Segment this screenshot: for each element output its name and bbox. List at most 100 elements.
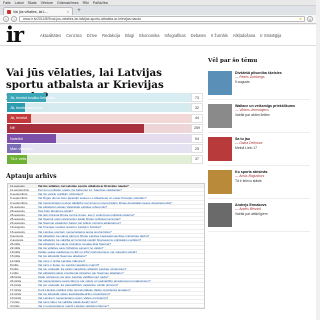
browser-tab[interactable]: Vai jūs vēlaties, lai L... × xyxy=(3,7,73,15)
poll-option[interactable]: Jā, ievelot 44 xyxy=(7,113,203,123)
archive-date: 11.septembris xyxy=(10,188,29,193)
article-thumbnail[interactable] xyxy=(208,137,232,161)
archive-question-link[interactable]: Vai Saeimai vajadzētu balsot par ārlietu… xyxy=(38,221,121,224)
archive-date: 29.augusts xyxy=(10,208,25,213)
archive-question-link[interactable]: Vai jums šķiet, ka valdība pārāk daudz t… xyxy=(38,300,98,303)
archive-date: 9.septembris xyxy=(10,192,28,197)
poll-option-label: Jā, ievelot xyxy=(10,116,28,121)
archive-question-link[interactable]: Vai atbalstāt, ka valsts pārņem Rīgas La… xyxy=(38,234,149,237)
archive-heading: Aptauju arhīvs xyxy=(6,173,57,180)
archive-question-link[interactable]: Vai atbalstāt, ka valsts nodokļus nosaka… xyxy=(38,242,111,245)
archive-question-link[interactable]: Vai atbalstāt Latvijas Valstiskās valoda… xyxy=(38,205,107,208)
archive-question-link[interactable]: Vai Latvijas sportam nepieciešama jauna … xyxy=(38,230,112,233)
archive-question-link[interactable]: Kurš Latvijas politiķis būtu piemērotāka… xyxy=(38,288,130,291)
nav-item-redakcija[interactable]: Redakcija xyxy=(102,33,120,38)
archive-question-link[interactable]: Vai jūs atbalstāt Saeimas atlaišanu? xyxy=(38,254,87,257)
poll-option[interactable]: Noteikti 94 xyxy=(7,134,203,144)
site-nav: Aktualitātes Cenzūra Dzīve Redakcija Blo… xyxy=(40,33,281,38)
poll-bar xyxy=(7,123,145,133)
sidebar-article[interactable]: Divkāršā pilsonība šķelsies — Reinis Grin… xyxy=(208,71,310,100)
poll-option[interactable]: Jā, ievelot tuvāko lielo lietu 73 xyxy=(7,93,203,102)
archive-question-link[interactable]: Par kuru politisko spēku jūs balsosiet 1… xyxy=(38,188,122,191)
archive-question-link[interactable]: Vai nepieciešams ieviest atklātību par l… xyxy=(38,201,172,204)
archive-question-link[interactable]: Vai Rīgas domei būtu jāpiešķir statuss L… xyxy=(38,196,147,199)
archive-question-link[interactable]: Vai Latvijai ir nepieciešams jauns Valst… xyxy=(38,296,108,299)
nav-item-cenzura[interactable]: Cenzūra xyxy=(66,33,81,38)
archive-question-link[interactable]: Vai jums ir ticība Latvijas nākotnei? xyxy=(38,259,85,262)
address-bar[interactable]: www.ir.lv/2011/8/9/vai-jus-velaties-lai-… xyxy=(19,16,305,22)
menu-edit[interactable]: Labot xyxy=(15,1,24,5)
poll-option-label: Nē xyxy=(10,126,15,131)
home-icon[interactable]: ⌂ xyxy=(307,16,313,22)
poll-option[interactable]: Man vienalga 25 xyxy=(7,144,203,154)
archive-question[interactable]: Vai jūs vēlaties, lai Latvijas sportu at… xyxy=(38,184,129,187)
archive-question-link[interactable]: Vai jums ir lietas, ko Latvijā vajadzētu… xyxy=(38,263,99,266)
nav-item-debates[interactable]: Debates xyxy=(191,33,206,38)
menu-file[interactable]: Fails xyxy=(3,1,11,5)
archive-question-link[interactable]: Vai tiek izprasta Rīgas centra izsole, k… xyxy=(38,213,134,216)
article-thumbnail[interactable] xyxy=(208,71,232,95)
new-tab-button[interactable]: + xyxy=(75,8,83,15)
poll-option[interactable]: Tā ir velts 37 xyxy=(7,154,203,164)
archive-question-link[interactable]: Vai nepieciešams jauns likums par valsts… xyxy=(38,279,151,282)
nav-item-blogi[interactable]: Blogi xyxy=(125,33,134,38)
bookmark-star-icon[interactable]: ★ xyxy=(299,17,302,21)
archive-question-link[interactable]: Vai jūs uzskatāt, ka pašvaldībām vajadzē… xyxy=(38,283,118,286)
menu-tools[interactable]: Rīki xyxy=(83,1,89,5)
article-thumbnail[interactable] xyxy=(208,203,232,227)
sidebar-article[interactable]: Ko sports atrisinās — Ansis Bogustovs Tā i… xyxy=(208,170,310,199)
archive-question-link[interactable]: Vai Saeimā spēju atvainoties kādai Rīgas… xyxy=(38,217,121,220)
navigation-toolbar: ‹ › www.ir.lv/2011/8/9/vai-jus-velaties-… xyxy=(0,15,316,24)
url-text: www.ir.lv/2011/8/9/vai-jus-velaties-lai-… xyxy=(23,17,142,21)
archive-question-link[interactable]: Kas būtu jāmaina Latvijā? xyxy=(38,209,73,212)
menu-help[interactable]: Palīdzība xyxy=(93,1,108,5)
archive-date: 21.jūnijs xyxy=(10,283,22,288)
nav-item-dzive[interactable]: Dzīve xyxy=(87,33,97,38)
poll-option[interactable]: Jā, ievelot tāla lieta 32 xyxy=(7,103,203,113)
poll-option-label: Jā, ievelot tuvāko lielo lietu xyxy=(10,95,56,100)
archive-question-link[interactable]: Kādas sekas gaidāmas no EK un ASV paziņo… xyxy=(38,250,137,253)
site-logo[interactable]: ir xyxy=(6,24,24,45)
archive-date: 26.augusts xyxy=(10,212,25,217)
close-tab-icon[interactable]: × xyxy=(67,10,69,14)
poll-option-count: 25 xyxy=(191,144,203,154)
archive-date: 11.augusts xyxy=(10,184,25,188)
archive-question-link[interactable]: Vai jūs vēlaties savu līdzekļus saņemt n… xyxy=(38,246,103,249)
sidebar-article[interactable]: Wallace un veiksmīgs priekšlikums — Vikto… xyxy=(208,104,310,133)
sidebar-article[interactable]: Sa tu jau — Daina Deliņova Melnā Lielo 17 xyxy=(208,137,310,166)
menu-bookmarks[interactable]: Grāmatzīmes xyxy=(57,1,79,5)
poll-option-label: Man vienalga xyxy=(10,146,33,151)
archive-question-link[interactable]: Vai Krievijas naudas ietekme Latvijā ir … xyxy=(38,225,101,228)
sidebar-article-text: Divkāršā pilsonība šķelsies — Reinis Grin… xyxy=(235,71,282,99)
poll-option-count: 32 xyxy=(191,103,203,113)
menu-history[interactable]: Vēsture xyxy=(41,1,53,5)
archive-question-link[interactable]: Vai atbalstāt valsts prezidenta iniciatī… xyxy=(38,271,124,274)
menu-view[interactable]: Skats xyxy=(28,1,37,5)
poll-option-count: 259 xyxy=(191,123,203,133)
article-thumbnail[interactable] xyxy=(208,170,232,194)
poll-option-count: 73 xyxy=(191,93,203,102)
nav-item-infografikas[interactable]: Infografikas xyxy=(164,33,185,38)
nav-item-atkludosana[interactable]: Atkļūdošana xyxy=(233,33,256,38)
nav-item-ekonomika[interactable]: Ekonomika xyxy=(139,33,159,38)
archive-question-link[interactable]: Kādu vērtējumu jūs dotu Latvijas valdība… xyxy=(38,275,108,278)
nav-item-aktualitates[interactable]: Aktualitātes xyxy=(40,33,61,38)
archive-question-link[interactable]: Vai jūs atbalstāt valsts kapitālsabiedrī… xyxy=(38,292,110,295)
poll-option-label: Tā ir velts xyxy=(10,157,27,162)
poll-option[interactable]: Nē 259 xyxy=(7,123,203,133)
nav-item-ir-zurnals[interactable]: Ir žurnāls xyxy=(211,33,228,38)
article-thumbnail[interactable] xyxy=(208,104,232,128)
archive-question-link[interactable]: Vai atbalstāt, ka valdība arī turpmāk pi… xyxy=(38,238,141,241)
archive-row: 3.jūnijs Vai ir nepieciešams mainīt Latvi… xyxy=(8,304,204,309)
archive-date: 10.jūnijs xyxy=(10,295,22,300)
archive-question-link[interactable]: Vai jūs uzskatāt, ka valstij vajadzētu a… xyxy=(38,267,126,270)
sidebar-article[interactable]: Andrejs Ermakovs — Andris Bērziņš Vairāk p… xyxy=(208,203,310,232)
archive-question-link[interactable]: Vai ir nepieciešams mainīt Latvijas vēlē… xyxy=(38,304,109,307)
archive-date: 16.augusts xyxy=(10,229,25,234)
sidebar-article-teaser: Melnā Lielo 17 xyxy=(235,145,258,150)
sidebar-article-text: Sa tu jau — Daina Deliņova Melnā Lielo 17 xyxy=(235,137,262,165)
nav-item-strategija[interactable]: Ir Stratēģija xyxy=(260,33,281,38)
archive-date: 2.septembris xyxy=(10,200,28,205)
archive-date: 2.augusts xyxy=(10,237,24,242)
archive-question-link[interactable]: Vai jūs varētu politiķim uzticēties? xyxy=(38,192,83,195)
